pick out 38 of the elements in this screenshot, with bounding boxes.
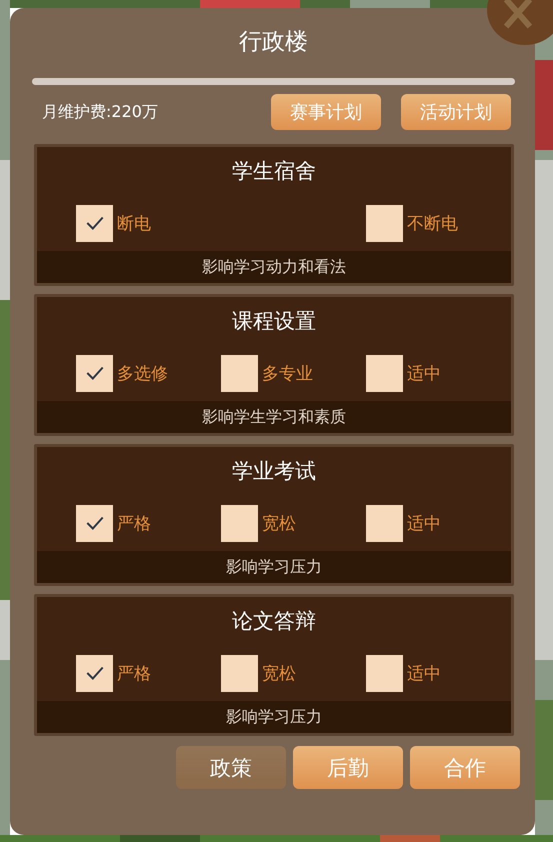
card-note: 影响学习压力 <box>37 551 511 583</box>
dialog-title: 行政楼 <box>238 28 309 57</box>
checkbox[interactable] <box>76 504 113 542</box>
checkbox[interactable] <box>221 654 258 692</box>
card-title: 论文答辩 <box>231 608 317 635</box>
tab[interactable]: 合作 <box>410 746 520 789</box>
checkbox[interactable] <box>221 354 258 392</box>
checkbox[interactable] <box>366 654 403 692</box>
option-label: 严格 <box>117 512 151 534</box>
option-label: 多专业 <box>262 362 313 384</box>
option-label: 适中 <box>407 362 441 384</box>
card-note: 影响学生学习和素质 <box>37 401 511 433</box>
option-label: 适中 <box>407 512 441 534</box>
tab[interactable]: 后勤 <box>293 746 403 789</box>
checkbox[interactable] <box>76 654 113 692</box>
close-icon <box>501 0 535 30</box>
card-title: 学生宿舍 <box>231 158 317 185</box>
option-label: 断电 <box>117 212 151 234</box>
checkbox[interactable] <box>76 354 113 392</box>
plan-button[interactable]: 活动计划 <box>401 94 511 130</box>
checkbox[interactable] <box>366 504 403 542</box>
card-note: 影响学习动力和看法 <box>37 251 511 283</box>
card-title: 课程设置 <box>231 308 317 335</box>
plan-button[interactable]: 赛事计划 <box>271 94 381 130</box>
option-label: 宽松 <box>262 512 296 534</box>
checkbox[interactable] <box>366 204 403 242</box>
option-label: 多选修 <box>117 362 168 384</box>
option-label: 不断电 <box>407 212 458 234</box>
tab[interactable]: 政策 <box>176 746 286 789</box>
option-label: 严格 <box>117 662 151 684</box>
option-label: 适中 <box>407 662 441 684</box>
checkbox[interactable] <box>221 504 258 542</box>
checkbox[interactable] <box>366 354 403 392</box>
card-title: 学业考试 <box>231 458 317 485</box>
card-note: 影响学习压力 <box>37 701 511 733</box>
maintenance-fee: 月维护费:220万 <box>42 102 158 122</box>
checkbox[interactable] <box>76 204 113 242</box>
option-label: 宽松 <box>262 662 296 684</box>
